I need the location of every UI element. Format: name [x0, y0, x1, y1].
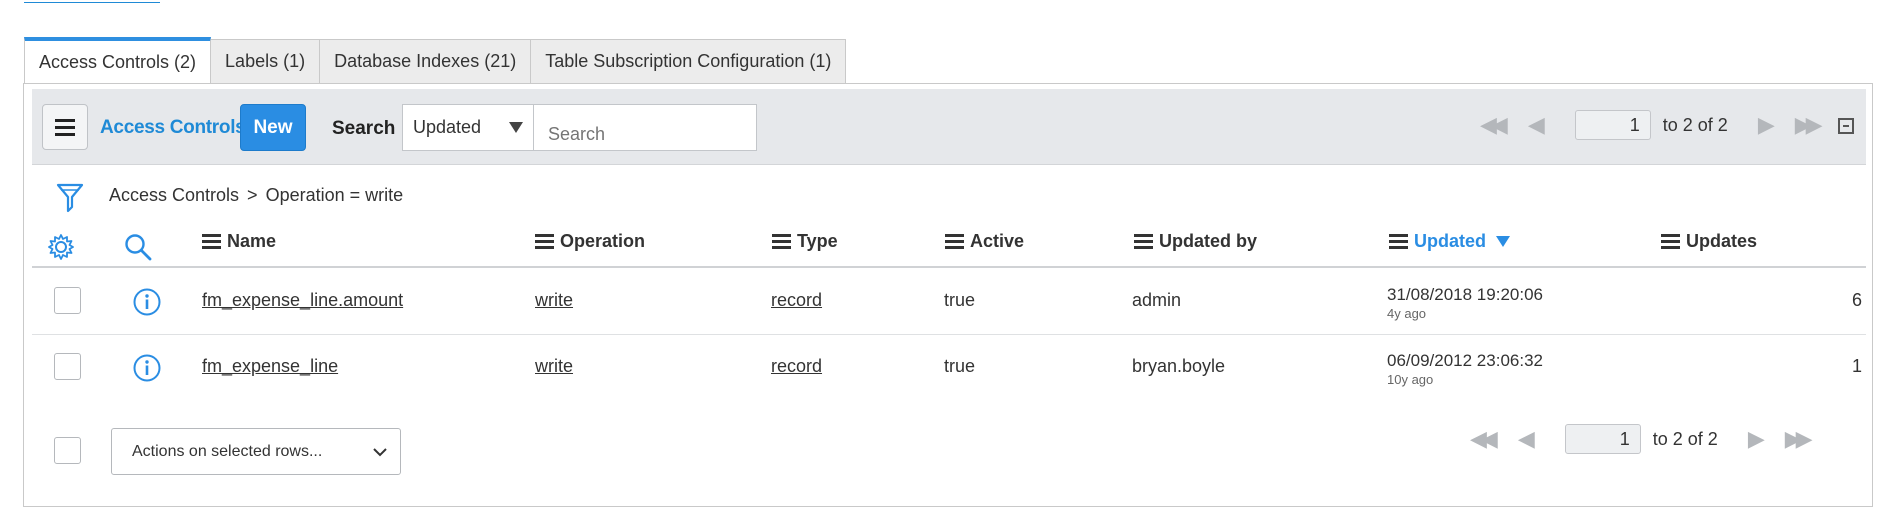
operation-link[interactable]: write: [535, 356, 573, 376]
collapse-icon[interactable]: [1838, 118, 1854, 134]
row-checkbox[interactable]: [54, 353, 81, 380]
search-input[interactable]: [533, 104, 757, 151]
updated-cell: 06/09/2012 23:06:32 10y ago: [1387, 351, 1543, 387]
page-range-text: to 2 of 2: [1662, 114, 1728, 135]
record-link[interactable]: fm_expense_line.amount: [202, 290, 403, 310]
column-menu-icon[interactable]: [1661, 234, 1680, 249]
type-link[interactable]: record: [771, 356, 822, 376]
column-menu-icon[interactable]: [772, 234, 791, 249]
updates-cell: 6: [1851, 290, 1862, 310]
updated-cell: 31/08/2018 19:20:06 4y ago: [1387, 285, 1543, 321]
page-number-input[interactable]: 1: [1564, 424, 1641, 454]
sort-descending-icon: [1496, 236, 1510, 247]
hamburger-menu-icon[interactable]: [42, 104, 88, 150]
list-title[interactable]: Access Controls: [100, 117, 246, 139]
updated-by-cell: admin: [1132, 290, 1182, 310]
dropdown-caret-icon: [509, 122, 523, 133]
page-number-input[interactable]: 1: [1574, 110, 1651, 140]
page-range-text: to 2 of 2: [1652, 428, 1718, 449]
search-field-value: Updated: [413, 117, 482, 137]
bottom-pager: ◀◀ ◀ 1 to 2 of 2 ▶ ▶▶: [1470, 424, 1813, 454]
updates-cell: 1: [1851, 356, 1862, 376]
chevron-down-icon: [373, 448, 387, 457]
column-header-updated-by[interactable]: Updated by: [1134, 231, 1257, 252]
next-page-icon[interactable]: ▶: [1748, 426, 1765, 452]
column-header-label: Active: [970, 231, 1025, 251]
tab-table-subscription-configuration[interactable]: Table Subscription Configuration (1): [531, 39, 847, 83]
prev-page-icon[interactable]: ◀: [1518, 426, 1535, 452]
column-header-updated[interactable]: Updated: [1389, 231, 1510, 252]
column-menu-icon[interactable]: [1134, 234, 1153, 249]
breadcrumb-separator: >: [247, 185, 258, 205]
updated-relative: 10y ago: [1387, 372, 1434, 387]
updated-by-cell: bryan.boyle: [1132, 356, 1226, 376]
search-icon[interactable]: [123, 232, 153, 262]
column-header-operation[interactable]: Operation: [535, 231, 645, 252]
column-menu-icon[interactable]: [535, 234, 554, 249]
column-header-label: Type: [797, 231, 838, 251]
gear-icon[interactable]: [47, 233, 75, 261]
column-header-updates[interactable]: Updates: [1661, 231, 1757, 252]
updated-date: 06/09/2012 23:06:32: [1387, 351, 1543, 370]
updated-date: 31/08/2018 19:20:06: [1387, 285, 1543, 304]
first-page-icon[interactable]: ◀◀: [1480, 112, 1508, 138]
column-header-label: Name: [227, 231, 277, 251]
updated-relative: 4y ago: [1387, 306, 1427, 321]
column-header-name[interactable]: Name: [202, 231, 276, 252]
select-all-checkbox[interactable]: [54, 437, 81, 464]
name-cell: fm_expense_line: [202, 356, 338, 377]
column-header-label: Operation: [560, 231, 646, 251]
column-header-label: Updated by: [1159, 231, 1258, 251]
last-page-icon[interactable]: ▶▶: [1785, 426, 1813, 452]
info-icon[interactable]: [132, 353, 162, 383]
first-page-icon[interactable]: ◀◀: [1470, 426, 1498, 452]
top-pager: ◀◀ ◀ 1 to 2 of 2 ▶ ▶▶: [1480, 110, 1823, 140]
tab-access-controls[interactable]: Access Controls (2): [24, 37, 212, 84]
last-page-icon[interactable]: ▶▶: [1795, 112, 1823, 138]
column-header-label: Updates: [1686, 231, 1758, 251]
name-cell: fm_expense_line.amount: [202, 290, 403, 311]
info-icon[interactable]: [132, 287, 162, 317]
column-menu-icon[interactable]: [945, 234, 964, 249]
actions-select-label: Actions on selected rows...: [132, 443, 323, 460]
type-link[interactable]: record: [771, 290, 822, 310]
column-menu-icon[interactable]: [1389, 234, 1408, 249]
new-button[interactable]: New: [240, 104, 306, 151]
column-header-type[interactable]: Type: [772, 231, 838, 252]
actions-select[interactable]: Actions on selected rows...: [111, 428, 401, 475]
breadcrumb-condition[interactable]: Operation = write: [266, 185, 404, 205]
next-page-icon[interactable]: ▶: [1758, 112, 1775, 138]
list-toolbar: Access Controls New Search Updated ◀◀ ◀ …: [32, 89, 1866, 165]
record-link[interactable]: fm_expense_line: [202, 356, 338, 376]
top-link[interactable]: [24, 0, 160, 3]
operation-cell: write: [535, 356, 573, 377]
column-header-active[interactable]: Active: [945, 231, 1024, 252]
tab-database-indexes[interactable]: Database Indexes (21): [320, 39, 532, 83]
table-row: fm_expense_line write record true bryan.…: [32, 335, 1866, 401]
breadcrumb: Access Controls > Operation = write: [109, 185, 403, 206]
breadcrumb-root[interactable]: Access Controls: [109, 185, 239, 205]
related-lists-tabs: Access Controls (2) Labels (1) Database …: [24, 37, 847, 84]
search-label: Search: [332, 118, 396, 139]
row-checkbox[interactable]: [54, 287, 81, 314]
type-cell: record: [771, 356, 822, 377]
tab-labels[interactable]: Labels (1): [211, 39, 321, 83]
table-row: fm_expense_line.amount write record true…: [32, 268, 1866, 335]
column-menu-icon[interactable]: [202, 234, 221, 249]
active-cell: true: [944, 356, 976, 376]
operation-link[interactable]: write: [535, 290, 573, 310]
column-header-label: Updated: [1414, 231, 1486, 251]
type-cell: record: [771, 290, 822, 311]
search-field-select[interactable]: Updated: [402, 104, 534, 151]
operation-cell: write: [535, 290, 573, 311]
active-cell: true: [944, 290, 976, 310]
filter-icon[interactable]: [56, 182, 84, 214]
prev-page-icon[interactable]: ◀: [1528, 112, 1545, 138]
